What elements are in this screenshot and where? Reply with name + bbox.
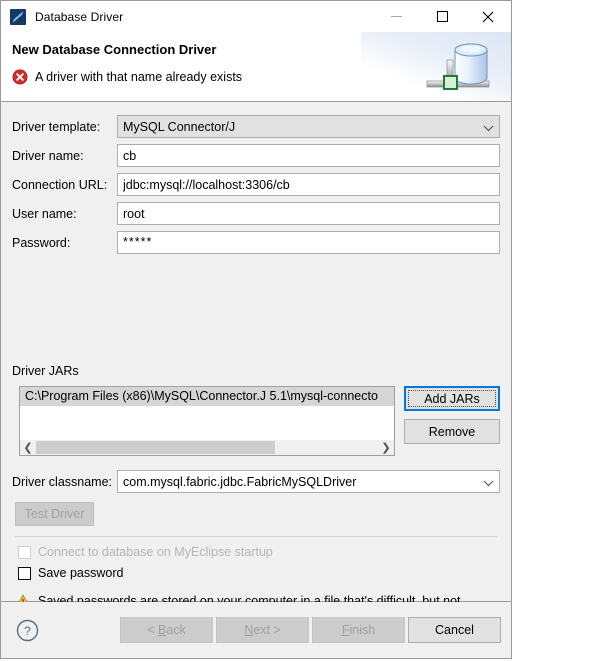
list-item[interactable]: C:\Program Files (x86)\MySQL\Connector.J… <box>20 387 394 406</box>
password-row: Password: ***** <box>12 231 500 254</box>
page-title: New Database Connection Driver <box>12 42 217 57</box>
connect-on-startup-checkbox-row[interactable]: Connect to database on MyEclipse startup <box>18 545 273 559</box>
save-password-checkbox[interactable] <box>18 566 31 580</box>
status-message-row: A driver with that name already exists <box>12 69 242 85</box>
error-icon <box>12 69 28 85</box>
minimize-icon[interactable] <box>373 1 419 32</box>
driver-name-row: Driver name: <box>12 144 500 167</box>
back-label: < Back <box>147 623 186 637</box>
password-label: Password: <box>12 235 71 250</box>
help-icon[interactable]: ? <box>16 619 39 642</box>
driver-name-label: Driver name: <box>12 148 84 163</box>
chevron-down-icon <box>483 475 494 486</box>
window-title: Database Driver <box>35 9 124 24</box>
chevron-left-icon[interactable]: ❮ <box>20 440 36 455</box>
wizard-buttons: < Back Next > Finish Cancel <box>120 617 501 643</box>
test-driver-label: Test Driver <box>24 507 85 521</box>
connection-url-input[interactable] <box>117 173 500 196</box>
chevron-down-icon <box>483 120 494 131</box>
password-input[interactable]: ***** <box>117 231 500 254</box>
connect-on-startup-checkbox <box>18 545 31 559</box>
save-password-checkbox-row[interactable]: Save password <box>18 566 123 580</box>
database-cylinder-icon <box>426 43 490 90</box>
connection-url-label: Connection URL: <box>12 177 108 192</box>
next-button[interactable]: Next > <box>216 617 309 643</box>
driver-name-input[interactable] <box>117 144 500 167</box>
driver-template-row: Driver template: MySQL Connector/J <box>12 115 500 138</box>
driver-classname-value: com.mysql.fabric.jdbc.FabricMySQLDriver <box>123 474 357 489</box>
connection-form: Driver template: MySQL Connector/J Drive… <box>12 115 500 260</box>
svg-text:?: ? <box>24 624 31 638</box>
divider <box>15 536 497 537</box>
driver-jars-list[interactable]: C:\Program Files (x86)\MySQL\Connector.J… <box>19 386 395 456</box>
database-driver-dialog: Database Driver New Database Connection … <box>0 0 512 659</box>
driver-jars-label: Driver JARs <box>12 364 79 378</box>
title-bar: Database Driver <box>1 1 511 32</box>
next-label: Next > <box>244 623 281 637</box>
back-button[interactable]: < Back <box>120 617 213 643</box>
remove-button[interactable]: Remove <box>404 419 500 444</box>
chevron-right-icon[interactable]: ❯ <box>378 440 394 455</box>
driver-template-value: MySQL Connector/J <box>123 119 236 134</box>
driver-template-select[interactable]: MySQL Connector/J <box>117 115 500 138</box>
remove-label: Remove <box>428 424 476 439</box>
driver-jars-buttons: Add JARs Remove <box>404 386 500 456</box>
cancel-label: Cancel <box>435 623 474 637</box>
status-message-text: A driver with that name already exists <box>35 70 243 84</box>
driver-classname-label: Driver classname: <box>12 474 113 489</box>
maximize-icon[interactable] <box>419 1 465 32</box>
driver-classname-row: Driver classname: com.mysql.fabric.jdbc.… <box>12 470 500 493</box>
user-name-input[interactable] <box>117 202 500 225</box>
scrollbar-thumb[interactable] <box>36 441 276 454</box>
focus-ring <box>408 390 496 407</box>
dialog-header: New Database Connection Driver A driver … <box>1 32 511 102</box>
close-icon[interactable] <box>465 1 511 32</box>
user-name-label: User name: <box>12 206 77 221</box>
user-name-row: User name: <box>12 202 500 225</box>
driver-template-label: Driver template: <box>12 119 101 134</box>
cancel-button[interactable]: Cancel <box>408 617 501 643</box>
add-jars-button[interactable]: Add JARs <box>404 386 500 411</box>
driver-classname-select[interactable]: com.mysql.fabric.jdbc.FabricMySQLDriver <box>117 470 500 493</box>
myeclipse-icon <box>10 8 26 25</box>
finish-button[interactable]: Finish <box>312 617 405 643</box>
connect-on-startup-label: Connect to database on MyEclipse startup <box>38 545 273 559</box>
connection-url-row: Connection URL: <box>12 173 500 196</box>
scrollbar-track[interactable] <box>36 440 378 455</box>
finish-label: Finish <box>341 623 376 637</box>
horizontal-scrollbar[interactable]: ❮ ❯ <box>20 440 394 455</box>
dialog-content: Driver template: MySQL Connector/J Drive… <box>1 102 511 626</box>
save-password-label: Save password <box>38 566 124 580</box>
dialog-footer: ? < Back Next > Finish Cancel <box>1 602 511 658</box>
window-controls <box>373 1 511 32</box>
test-driver-button[interactable]: Test Driver <box>15 502 94 526</box>
driver-jars-area: C:\Program Files (x86)\MySQL\Connector.J… <box>19 386 500 456</box>
